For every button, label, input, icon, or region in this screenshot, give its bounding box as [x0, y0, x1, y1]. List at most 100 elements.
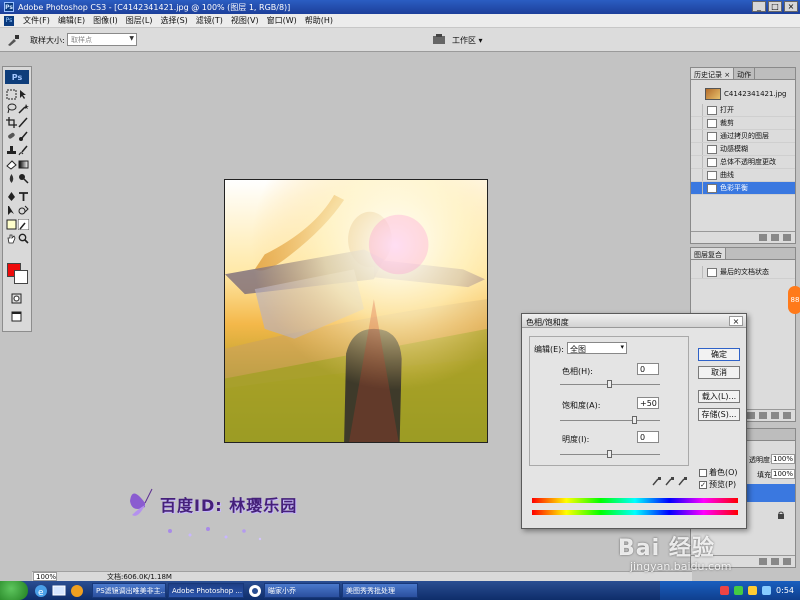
lasso-tool-icon[interactable]	[6, 103, 17, 114]
sample-size-select[interactable]: 取样点 ▼	[67, 33, 137, 46]
workspace-icon[interactable]	[432, 33, 446, 45]
cancel-button[interactable]: 取消	[698, 366, 740, 379]
saturation-slider-track[interactable]	[560, 420, 660, 421]
trash-icon[interactable]	[783, 558, 791, 565]
hue-slider-thumb[interactable]	[607, 380, 612, 388]
quicklaunch-player-icon[interactable]	[70, 584, 84, 598]
update-comp-icon[interactable]	[771, 412, 779, 419]
edit-select[interactable]: 全图 ▾	[567, 342, 627, 354]
zoom-tool-icon[interactable]	[18, 233, 29, 244]
menu-edit[interactable]: 编辑(E)	[57, 15, 86, 26]
quick-mask-icon[interactable]	[11, 293, 22, 304]
healing-brush-icon[interactable]	[6, 131, 17, 142]
taskbar-button-active[interactable]: Adobe Photoshop ...	[168, 583, 244, 598]
tray-icon[interactable]	[748, 586, 758, 595]
opacity-field[interactable]: 100%	[771, 454, 796, 464]
screen-mode-icon[interactable]	[11, 311, 22, 322]
tab-actions[interactable]: 动作	[734, 68, 756, 79]
start-button[interactable]	[0, 581, 28, 600]
new-document-icon[interactable]	[759, 234, 767, 241]
preview-box[interactable]: ✓	[699, 480, 707, 489]
workspace-menu[interactable]: 工作区 ▾	[452, 35, 483, 46]
prev-comp-icon[interactable]	[747, 412, 755, 419]
history-snapshot[interactable]: C4142341421.jpg	[691, 86, 795, 102]
saturation-input[interactable]: +50	[637, 397, 659, 409]
menu-help[interactable]: 帮助(H)	[304, 15, 334, 26]
dialog-close-button[interactable]: ×	[729, 316, 743, 326]
eraser-tool-icon[interactable]	[6, 159, 17, 170]
history-item[interactable]: 通过拷贝的图层	[691, 130, 795, 143]
trash-icon[interactable]	[783, 234, 791, 241]
menu-layer[interactable]: 图层(L)	[125, 15, 154, 26]
butterfly-icon	[130, 488, 153, 516]
colorize-box[interactable]	[699, 468, 707, 477]
path-selection-icon[interactable]	[6, 205, 17, 216]
trash-icon[interactable]	[783, 412, 791, 419]
layer-comp-item[interactable]: 最后的文档状态	[691, 266, 795, 279]
zoom-field[interactable]: 100%	[33, 572, 57, 581]
dodge-tool-icon[interactable]	[18, 173, 29, 184]
clock[interactable]: 0:54	[776, 586, 794, 595]
saturation-slider-thumb[interactable]	[632, 416, 637, 424]
eyedropper-tool-icon[interactable]	[18, 219, 29, 230]
magic-wand-icon[interactable]	[18, 103, 29, 114]
eyedropper-icon[interactable]	[6, 34, 20, 46]
tray-icon[interactable]	[720, 586, 730, 595]
menu-select[interactable]: 选择(S)	[159, 15, 188, 26]
custom-shape-icon[interactable]	[18, 205, 29, 216]
notes-tool-icon[interactable]	[6, 219, 17, 230]
history-item[interactable]: 打开	[691, 104, 795, 117]
menu-file[interactable]: 文件(F)	[22, 15, 51, 26]
preview-checkbox[interactable]: ✓ 预览(P)	[699, 479, 736, 490]
lightness-input[interactable]: 0	[637, 431, 659, 443]
menu-image[interactable]: 图像(I)	[92, 15, 119, 26]
hand-tool-icon[interactable]	[6, 233, 17, 244]
crop-tool-icon[interactable]	[6, 117, 17, 128]
colorize-checkbox[interactable]: 着色(O)	[699, 467, 738, 478]
maximize-button[interactable]: □	[768, 1, 782, 12]
hue-input[interactable]: 0	[637, 363, 659, 375]
brush-tool-icon[interactable]	[18, 131, 29, 142]
tray-icon[interactable]	[734, 586, 744, 595]
load-button[interactable]: 载入(L)...	[698, 390, 740, 403]
move-tool-icon[interactable]	[18, 89, 29, 100]
menu-filter[interactable]: 滤镜(T)	[195, 15, 224, 26]
save-button[interactable]: 存储(S)...	[698, 408, 740, 421]
quicklaunch-ie-icon[interactable]: e	[34, 584, 48, 598]
menu-window[interactable]: 窗口(W)	[266, 15, 298, 26]
ok-button[interactable]: 确定	[698, 348, 740, 361]
quicklaunch-desktop-icon[interactable]	[52, 584, 66, 598]
taskbar-button[interactable]: 美图秀秀批处理	[342, 583, 418, 598]
taskbar-button[interactable]: 瞄家小乔	[264, 583, 340, 598]
blur-tool-icon[interactable]	[6, 173, 17, 184]
new-snapshot-icon[interactable]	[771, 234, 779, 241]
tab-layer-comps[interactable]: 图层复合	[691, 248, 726, 259]
new-layer-icon[interactable]	[771, 558, 779, 565]
minimize-button[interactable]: _	[752, 1, 766, 12]
layer-row-selected[interactable]	[747, 484, 795, 502]
type-tool-icon[interactable]	[18, 191, 29, 202]
taskbar-app-icon[interactable]	[248, 584, 262, 598]
history-item[interactable]: 总体不透明度更改	[691, 156, 795, 169]
gradient-tool-icon[interactable]	[18, 159, 29, 170]
history-item[interactable]: 裁剪	[691, 117, 795, 130]
pen-tool-icon[interactable]	[6, 191, 17, 202]
history-item[interactable]: 动感模糊	[691, 143, 795, 156]
menu-view[interactable]: 视图(V)	[230, 15, 260, 26]
slice-tool-icon[interactable]	[18, 117, 29, 128]
history-item-selected[interactable]: 色彩平衡	[691, 182, 795, 195]
tab-history[interactable]: 历史记录 ×	[691, 68, 735, 79]
close-button[interactable]: ×	[784, 1, 798, 12]
document-canvas[interactable]	[224, 179, 488, 443]
fill-field[interactable]: 100%	[771, 469, 796, 479]
background-color-swatch[interactable]	[14, 270, 28, 284]
clone-stamp-icon[interactable]	[6, 145, 17, 156]
side-badge[interactable]: 88	[788, 286, 800, 314]
next-comp-icon[interactable]	[759, 412, 767, 419]
history-brush-icon[interactable]	[18, 145, 29, 156]
volume-icon[interactable]	[762, 586, 772, 595]
lightness-slider-thumb[interactable]	[607, 450, 612, 458]
history-item[interactable]: 曲线	[691, 169, 795, 182]
marquee-tool-icon[interactable]	[6, 89, 17, 100]
taskbar-button[interactable]: PS滤镜调出唯美非主...	[92, 583, 166, 598]
